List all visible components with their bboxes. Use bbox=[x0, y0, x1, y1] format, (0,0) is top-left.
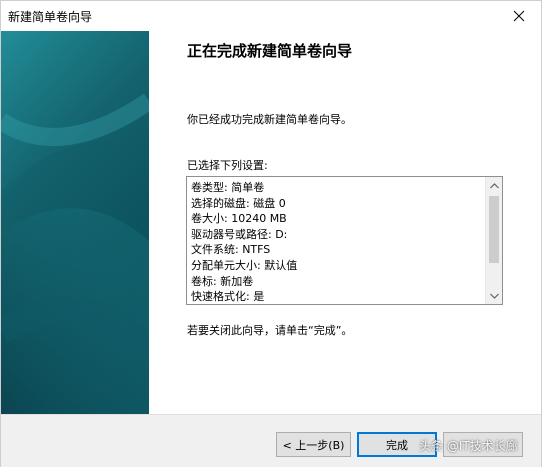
settings-item: 驱动器号或路径: D: bbox=[191, 227, 288, 241]
vertical-scrollbar[interactable] bbox=[485, 177, 502, 304]
settings-label: 已选择下列设置: bbox=[187, 159, 268, 172]
scroll-down-button[interactable] bbox=[486, 287, 502, 304]
title-bar: 新建简单卷向导 bbox=[1, 1, 541, 31]
chevron-down-icon bbox=[489, 293, 499, 299]
window-title: 新建简单卷向导 bbox=[8, 10, 93, 24]
close-button[interactable] bbox=[497, 1, 541, 31]
settings-item: 卷类型: 简单卷 bbox=[191, 181, 265, 194]
settings-item: 选择的磁盘: 磁盘 0 bbox=[191, 196, 286, 210]
intro-text: 你已经成功完成新建简单卷向导。 bbox=[187, 113, 352, 126]
wizard-content: 正在完成新建简单卷向导 你已经成功完成新建简单卷向导。 已选择下列设置: 卷类型… bbox=[149, 31, 541, 414]
wizard-window: 新建简单卷向导 正在完成新建简单卷向导 你已经成功完成新建简单卷向导。 已选择下… bbox=[0, 0, 542, 467]
settings-list: 卷类型: 简单卷 选择的磁盘: 磁盘 0 卷大小: 10240 MB 驱动器号或… bbox=[191, 180, 483, 304]
page-title: 正在完成新建简单卷向导 bbox=[187, 42, 353, 60]
banner-graphic bbox=[1, 31, 149, 414]
close-icon bbox=[513, 10, 525, 22]
back-button[interactable]: < 上一步(B) bbox=[276, 432, 351, 457]
scroll-thumb[interactable] bbox=[489, 196, 499, 263]
finish-instruction: 若要关闭此向导，请单击“完成”。 bbox=[187, 324, 353, 337]
settings-item: 快速格式化: 是 bbox=[191, 290, 265, 304]
wizard-banner bbox=[1, 31, 149, 414]
scroll-up-button[interactable] bbox=[486, 177, 502, 194]
settings-item: 卷大小: 10240 MB bbox=[191, 212, 287, 226]
chevron-up-icon bbox=[489, 182, 499, 188]
settings-listbox[interactable]: 卷类型: 简单卷 选择的磁盘: 磁盘 0 卷大小: 10240 MB 驱动器号或… bbox=[186, 176, 503, 305]
settings-item: 分配单元大小: 默认值 bbox=[191, 258, 298, 272]
settings-item: 文件系统: NTFS bbox=[191, 243, 271, 257]
watermark: 头条 @IT技术长廊 bbox=[419, 439, 518, 453]
settings-item: 卷标: 新加卷 bbox=[191, 274, 254, 288]
